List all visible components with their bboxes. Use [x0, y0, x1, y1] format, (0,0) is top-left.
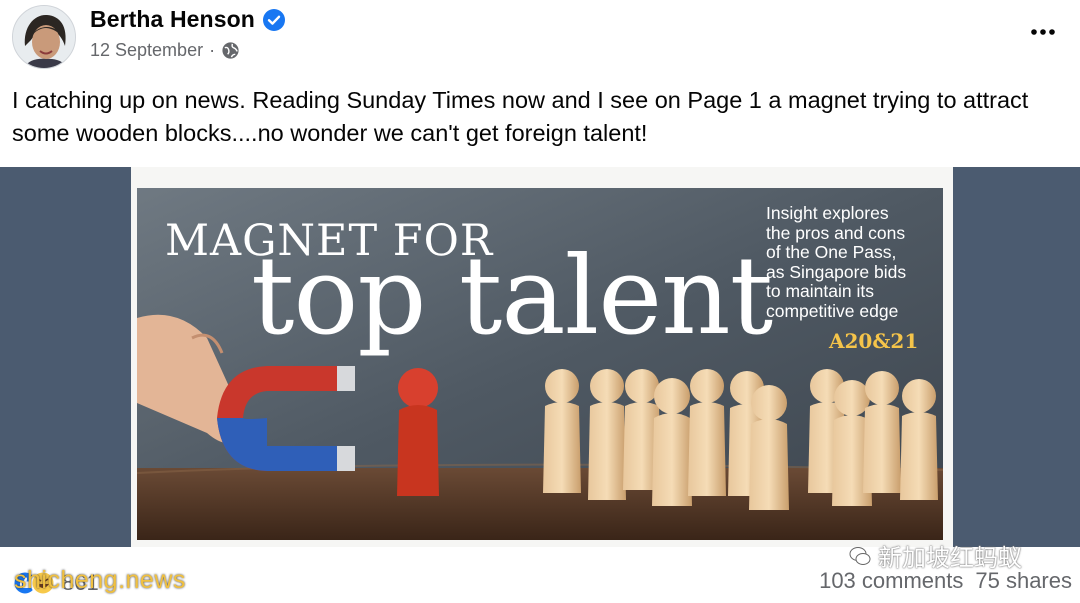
shares-count[interactable]: 75 shares — [975, 568, 1072, 594]
site-watermark: shicheng.news — [14, 566, 186, 594]
author-avatar[interactable] — [12, 5, 76, 69]
post-meta: 12 September · — [90, 40, 240, 61]
comments-count[interactable]: 103 comments — [819, 568, 963, 594]
insight-line: Insight explores — [766, 203, 889, 223]
insight-line: the pros and cons — [766, 222, 906, 243]
insight-line: to maintain its — [766, 281, 874, 301]
post-date[interactable]: 12 September — [90, 40, 203, 61]
insight-line: competitive edge — [766, 300, 899, 321]
facebook-post: Bertha Henson 12 September · I catching … — [0, 0, 1080, 603]
more-options-icon[interactable] — [1026, 20, 1060, 44]
newspaper-front-page-image[interactable]: MAGNET FOR top talent Insight explores t… — [137, 188, 943, 540]
newspaper-page-reference: A20&21 — [829, 329, 919, 353]
meta-separator: · — [209, 40, 216, 60]
newspaper-headline-big: top talent — [251, 234, 773, 359]
author-name[interactable]: Bertha Henson — [90, 6, 255, 33]
post-text: I catching up on news. Reading Sunday Ti… — [12, 87, 1029, 146]
newspaper-insight-blurb: Insight explores the pros and cons of th… — [766, 203, 936, 321]
globe-icon[interactable] — [221, 41, 240, 60]
verified-badge-icon — [263, 9, 285, 31]
engagement-stats: 103 comments 75 shares — [819, 568, 1072, 594]
insight-line: of the One Pass, — [766, 242, 897, 262]
wechat-icon — [849, 546, 871, 565]
insight-line: as Singapore bids — [766, 261, 907, 282]
